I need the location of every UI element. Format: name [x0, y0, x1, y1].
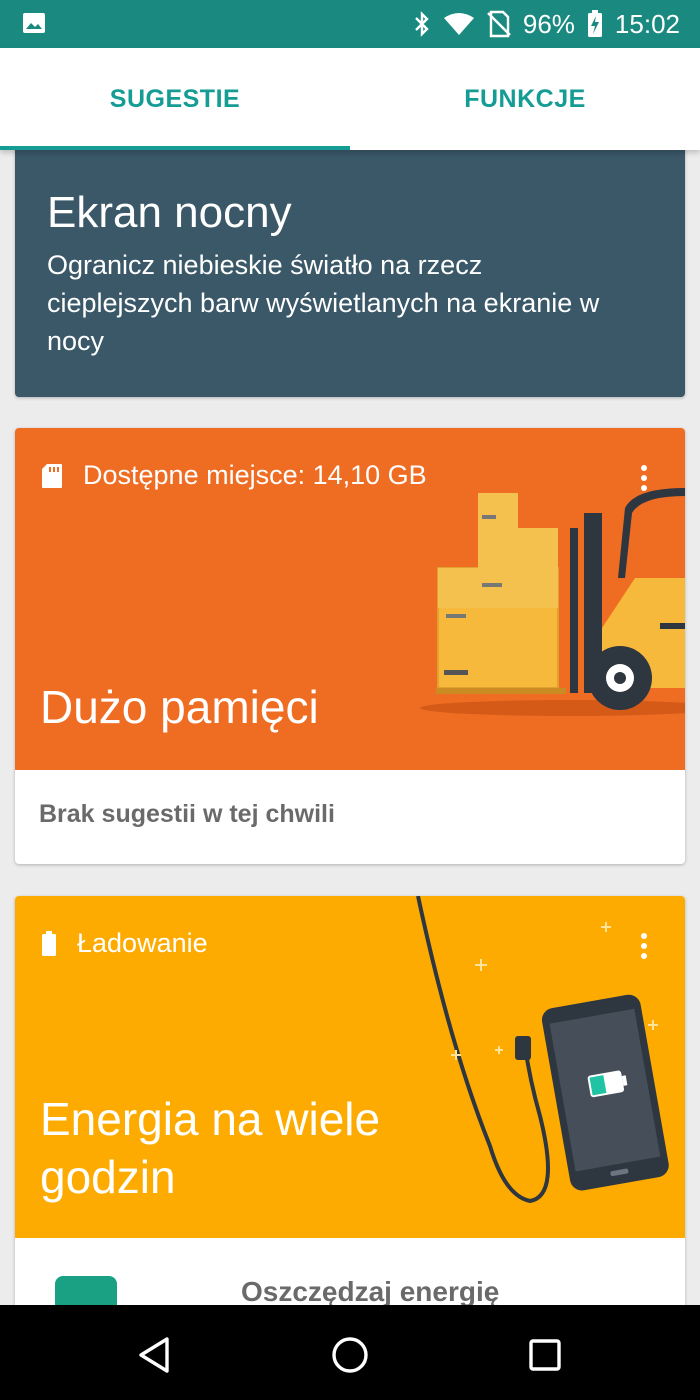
storage-label-row: Dostępne miejsce: 14,10 GB: [41, 460, 427, 491]
tab-suggestions[interactable]: SUGESTIE: [0, 48, 350, 150]
tab-features[interactable]: FUNKCJE: [350, 48, 700, 150]
storage-available-label: Dostępne miejsce: 14,10 GB: [83, 460, 427, 490]
tab-bar: SUGESTIE FUNKCJE: [0, 48, 700, 150]
charging-title: Energia na wiele godzin: [40, 1093, 381, 1203]
no-sim-icon: [487, 10, 511, 38]
charging-hero: Ładowanie Energia na wiele godzin: [15, 896, 685, 1238]
storage-footer-text: Brak sugestii w tej chwili: [39, 800, 335, 828]
status-bar: 96% 15:02: [0, 0, 700, 48]
night-light-title: Ekran nocny: [47, 188, 292, 237]
battery-icon: [42, 930, 56, 956]
tab-indicator: [0, 146, 350, 150]
forklift-illustration: [420, 488, 685, 716]
night-light-card[interactable]: Ekran nocny Ogranicz niebieskie światło …: [15, 150, 685, 397]
storage-card[interactable]: Dostępne miejsce: 14,10 GB Dużo pamięci …: [15, 428, 685, 864]
storage-title: Dużo pamięci: [40, 681, 319, 733]
charging-label: Ładowanie: [77, 928, 208, 958]
battery-saver-app-icon: [55, 1276, 117, 1305]
wifi-icon: [443, 13, 474, 35]
clock: 15:02: [614, 8, 680, 39]
night-light-description: Ogranicz niebieskie światło na rzecz cie…: [47, 250, 600, 356]
battery-percent: 96%: [522, 8, 575, 39]
recents-icon[interactable]: [525, 1335, 565, 1375]
charging-label-row: Ładowanie: [41, 928, 208, 959]
charging-card[interactable]: Ładowanie Energia na wiele godzin Oszczę…: [15, 896, 685, 1305]
save-energy-item[interactable]: Oszczędzaj energię: [241, 1276, 499, 1305]
back-icon[interactable]: [135, 1335, 175, 1375]
navigation-bar: [0, 1305, 700, 1400]
sd-card-icon: [42, 463, 62, 488]
home-icon[interactable]: [330, 1335, 370, 1375]
storage-hero: Dostępne miejsce: 14,10 GB Dużo pamięci: [15, 428, 685, 770]
image-icon: [23, 13, 45, 33]
battery-charging-icon: [587, 10, 602, 37]
suggestions-list[interactable]: Ekran nocny Ogranicz niebieskie światło …: [0, 150, 700, 1305]
bluetooth-icon: [415, 11, 429, 37]
